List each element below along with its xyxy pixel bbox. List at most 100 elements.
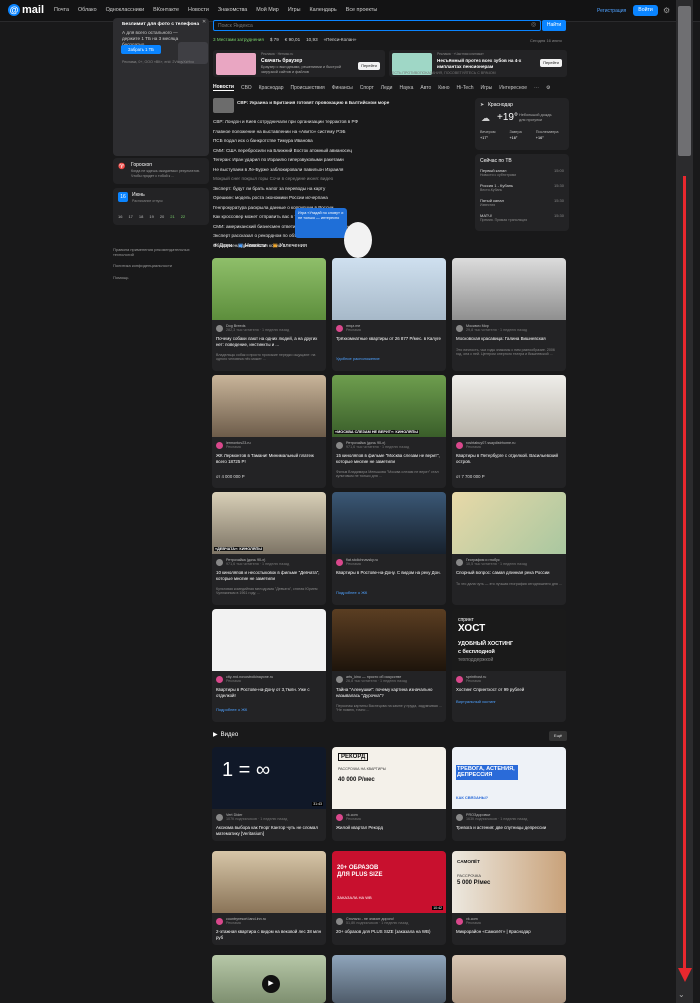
news-item[interactable]: Орешкин: модель роста экономики России и… (213, 193, 469, 203)
login-button[interactable]: Войти (633, 5, 658, 16)
tab-news[interactable]: Новости (213, 84, 234, 91)
calendar-day-cell[interactable]: 16 (118, 214, 122, 219)
camera-icon[interactable]: ◎ (531, 21, 536, 28)
tab-auto[interactable]: Авто (420, 85, 431, 91)
tv-row[interactable]: Россия 1 - Кубань Вести-Кубань 15:30 (480, 183, 564, 198)
video-card[interactable] (452, 955, 566, 1003)
news-item[interactable]: Мокрый снег покрыл горы Сочи в середине … (213, 174, 469, 184)
calendar-day-cell[interactable]: 17 (128, 214, 132, 219)
search-button[interactable]: Найти (542, 20, 566, 31)
close-icon[interactable]: ✕ (202, 19, 206, 25)
feed-card-ad[interactable]: roshtabuy07.ssaydistrhome.ru Реклама Квар… (452, 375, 566, 488)
video-card[interactable]: РЕКОРД РАССРОЧКА НА КВАРТИРЫ 40 000 Р/ме… (332, 747, 446, 841)
nav-vk[interactable]: ВКонтакте (153, 7, 179, 13)
horoscope-widget[interactable]: ♈ Гороскоп Когда не ждешь ожидаемых резу… (113, 158, 209, 184)
eur-rate[interactable]: € 90,01 (285, 37, 300, 42)
tab-interesting[interactable]: Интересное (499, 85, 527, 91)
video-more-button[interactable]: Ещё (549, 731, 567, 741)
card-title[interactable]: Квартиры в Ростове-на-Дону от 3,7млн. Уж… (216, 687, 322, 698)
tab-feed-news[interactable]: ▣ Новости (238, 243, 267, 249)
nav-dating[interactable]: Знакомства (218, 7, 247, 13)
search-input[interactable] (213, 20, 541, 31)
card-title[interactable]: Почему собаки лают на одних людей, а на … (216, 336, 322, 347)
more-tabs-icon[interactable]: ⋯ (534, 85, 539, 91)
play-icon[interactable]: ▶ (262, 975, 280, 993)
news-item[interactable]: СВР: Лондон и Киев сотрудничали при орга… (213, 117, 469, 127)
usd-rate[interactable]: $ 79 (270, 37, 279, 42)
video-title[interactable]: Жилой квартал Рекорд (336, 825, 442, 831)
tv-row[interactable]: МАТЧ! Премия. Прямая трансляция 15:30 (480, 213, 564, 228)
news-item[interactable]: СМИ: США перебросили на Ближний Восток а… (213, 146, 469, 156)
nav-calendar[interactable]: Календарь (310, 7, 337, 13)
feed-card[interactable]: Москвич Мир 29,8 тыс читателя · 1 неделю … (452, 258, 566, 371)
news-item[interactable]: ПСБ подал иск о банкротстве Тимура Ивано… (213, 136, 469, 146)
get-1tb-button[interactable]: Забрать 1 ТБ (121, 45, 161, 54)
tab-hitech[interactable]: Hi-Tech (457, 85, 474, 91)
calendar-day-cell[interactable]: 21 (170, 214, 174, 219)
tab-dzen[interactable]: ✳ Дзен (213, 243, 232, 249)
calendar-day-cell[interactable]: 22 (181, 214, 185, 219)
news-item[interactable]: Тегеран: Иран ударил по Израилю гиперзву… (213, 155, 469, 165)
feed-card[interactable]: Dog Breeds 282,3 тыс читателя · 1 неделю … (212, 258, 326, 371)
card-link[interactable]: Виртуальный хостинг (456, 699, 496, 704)
tab-games[interactable]: Игры (480, 85, 492, 91)
index-info[interactable]: 10,93 (306, 37, 318, 42)
recommendation-rules-link[interactable]: Правила применения рекомендательных техн… (113, 247, 209, 257)
video-card[interactable]: 20+ ОБРАЗОВ ДЛЯ PLUS SIZE ЗАКАЗАЛА НА WB… (332, 851, 446, 945)
ad-go-button[interactable]: Перейти (358, 62, 380, 70)
tab-kino[interactable]: Кино (438, 85, 449, 91)
tab-sport[interactable]: Спорт (360, 85, 374, 91)
tab-finance[interactable]: Финансы (332, 85, 353, 91)
tv-row[interactable]: Первый канал Новости с субтитрами 15:00 (480, 168, 564, 183)
dental-ad[interactable]: Реклама · «Частная клиника» Несъёмный пр… (389, 50, 567, 77)
card-title[interactable]: Московская красавица: Галина Вишневская (456, 336, 562, 342)
tab-svo[interactable]: СВО (241, 85, 252, 91)
tv-row[interactable]: Пятый канал Известия 15:30 (480, 198, 564, 213)
settings-icon[interactable]: ⚙ (546, 85, 550, 91)
game-tooltip[interactable]: Игра «Угадай по слову» и не только — инт… (295, 208, 347, 238)
video-title[interactable]: Микрорайон «Самолёт» | Краснодар (456, 929, 562, 935)
video-title[interactable]: Аксиома выбора как Георг Кантор чуть не … (216, 825, 322, 836)
video-title[interactable]: 20+ образов для PLUS SIZE (заказала на W… (336, 929, 442, 935)
chevron-down-icon[interactable]: ⌄ (678, 990, 685, 999)
nav-games[interactable]: Игры (288, 7, 301, 13)
feed-card-ad[interactable]: mrqz.me Реклама Трёхкомнатные квартиры от… (332, 258, 446, 371)
feed-card-ad[interactable]: flat.stolichnavsky.ru Реклама Квартиры в … (332, 492, 446, 605)
feed-card[interactable]: География и глобус 10,5 тыс читателя · 1 … (452, 492, 566, 605)
video-title[interactable]: Тревога и астения: две спутницы депресси… (456, 825, 562, 831)
news-item[interactable]: Главное положение на выставлении на «Ави… (213, 127, 469, 137)
feed-card[interactable]: «ДЕВЧАТА»: КИНОЛЯПЫ Ретрочайка (дочь 90-… (212, 492, 326, 605)
tab-incidents[interactable]: Происшествия (291, 85, 325, 91)
weather-widget[interactable]: ➤ Краснодар ☁ +19° Небольшой дождь для п… (475, 98, 569, 150)
calendar-day-cell[interactable]: 20 (160, 214, 164, 219)
calendar-day-cell[interactable]: 18 (139, 214, 143, 219)
calendar-widget[interactable]: 16 Июнь Расписание отпуск 16 17 18 19 20… (113, 188, 209, 225)
promo-info[interactable]: «Пепси-Колан» (324, 37, 357, 42)
tab-krasnodar[interactable]: Краснодар (259, 85, 284, 91)
nav-cloud[interactable]: Облако (78, 7, 97, 13)
nav-news[interactable]: Новости (188, 7, 209, 13)
card-title[interactable]: Хостинг Спринтхост от 99 рублей (456, 687, 562, 693)
tv-widget[interactable]: Сейчас по ТВ Первый канал Новости с субти… (475, 154, 569, 231)
news-item[interactable]: СВР: Украина и Британия готовят провокац… (237, 98, 469, 108)
card-title[interactable]: 15 киноляпов в фильме "Москва слезам не … (336, 453, 442, 464)
tab-hobbies[interactable]: ▣ Увлечения (272, 243, 306, 249)
nav-all-projects[interactable]: Все проекты (346, 7, 377, 13)
card-link[interactable]: Подробнее о ЖК (336, 590, 367, 595)
card-title[interactable]: Квартиры в Ростове-на-Дону. С видом на р… (336, 570, 442, 576)
tab-lady[interactable]: Леди (381, 85, 393, 91)
nav-ok[interactable]: Одноклассники (106, 7, 145, 13)
video-card[interactable]: САМОЛЁТ РАССРОЧКА 5 000 Р/мес vk.com Рекл… (452, 851, 566, 945)
nav-myworld[interactable]: Мой Мир (256, 7, 279, 13)
gear-icon[interactable]: ⚙ (663, 6, 672, 15)
video-title[interactable]: 2-этажная квартира с видом на вековой ле… (216, 929, 322, 940)
scrollbar-thumb[interactable] (678, 6, 691, 156)
card-title[interactable]: Трёхкомнатные квартиры от 26 877 Р/мес. … (336, 336, 442, 342)
card-title[interactable]: ЖК Лермонтов в Тамани! Минимальный плате… (216, 453, 322, 464)
video-card[interactable] (332, 955, 446, 1003)
feed-card-ad[interactable]: lermontov23.ru Реклама ЖК Лермонтов в Там… (212, 375, 326, 488)
card-link[interactable]: Подробнее о ЖК (216, 707, 247, 712)
feed-card-ad[interactable]: city-rnd.novostroikinayone.ru Реклама Ква… (212, 609, 326, 722)
traffic-info[interactable]: 3 Местами затруднения (213, 37, 264, 42)
card-title[interactable]: Тайна "Аленушки": почему картина изначал… (336, 687, 442, 698)
